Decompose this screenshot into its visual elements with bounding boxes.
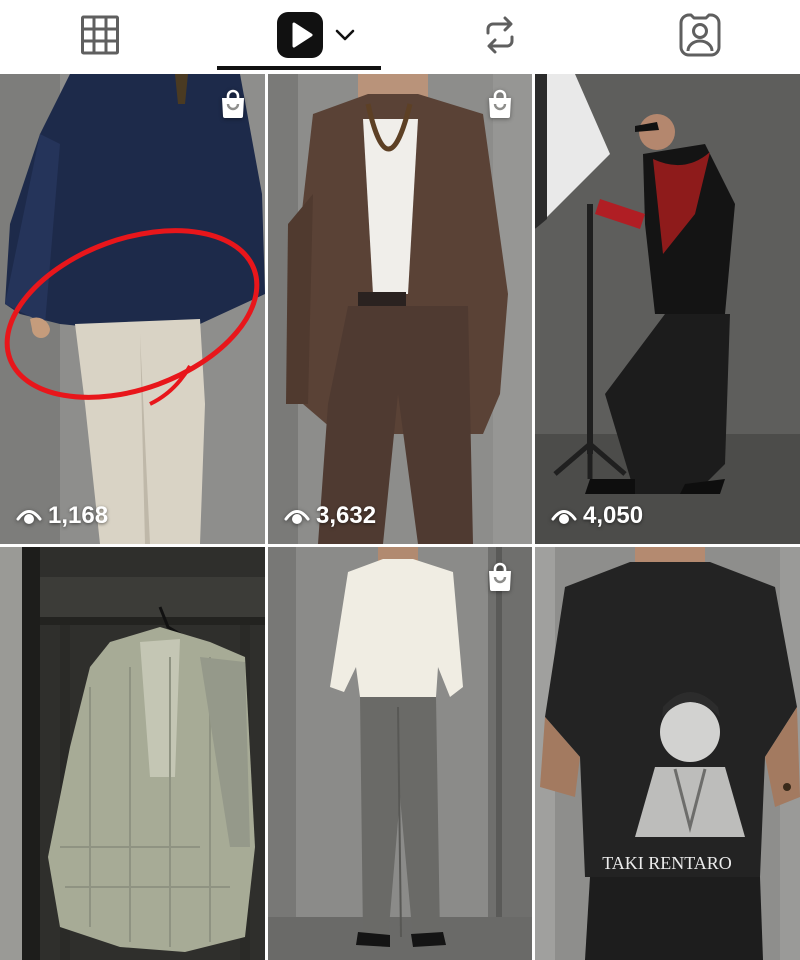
grid-icon [81, 15, 119, 55]
post-tile-6[interactable]: TAKI RENTARO [535, 547, 800, 960]
post-tile-1[interactable]: 1,168 [0, 74, 265, 544]
post-tile-5[interactable] [268, 547, 532, 960]
tab-tagged[interactable] [660, 0, 740, 70]
view-count: 1,168 [16, 502, 108, 530]
view-count-value: 3,632 [316, 502, 377, 529]
view-count: 4,050 [551, 502, 643, 530]
eye-icon [284, 510, 310, 524]
view-count: 3,632 [284, 502, 376, 530]
post-tile-4[interactable] [0, 547, 265, 960]
shirt-print-text: TAKI RENTARO [602, 853, 732, 873]
shopping-bag-icon [489, 562, 511, 591]
shopping-bag-icon [222, 89, 244, 118]
eye-icon [16, 510, 42, 524]
shopping-bag-icon [489, 89, 511, 118]
tab-grid[interactable] [60, 0, 140, 70]
tab-reels[interactable] [262, 0, 372, 70]
post-thumbnail-1 [0, 74, 265, 544]
post-tile-3[interactable]: 4,050 [535, 74, 800, 544]
selected-tab-indicator [217, 66, 381, 70]
play-icon [277, 12, 323, 58]
post-thumbnail-3 [535, 74, 800, 544]
eye-icon [551, 510, 577, 524]
reels-grid: 1,168 3,632 4,050 TAKI RENTARO [0, 74, 800, 960]
post-thumbnail-2 [268, 74, 532, 544]
post-thumbnail-4 [0, 547, 265, 960]
view-count-value: 4,050 [583, 502, 644, 529]
person-tag-icon [679, 13, 721, 57]
repost-icon [486, 16, 514, 54]
chevron-down-icon[interactable] [333, 23, 357, 47]
post-thumbnail-6: TAKI RENTARO [535, 547, 800, 960]
tab-reposts[interactable] [460, 0, 540, 70]
profile-tab-bar [0, 0, 800, 74]
post-thumbnail-5 [268, 547, 532, 960]
view-count-value: 1,168 [48, 502, 109, 529]
post-tile-2[interactable]: 3,632 [268, 74, 532, 544]
